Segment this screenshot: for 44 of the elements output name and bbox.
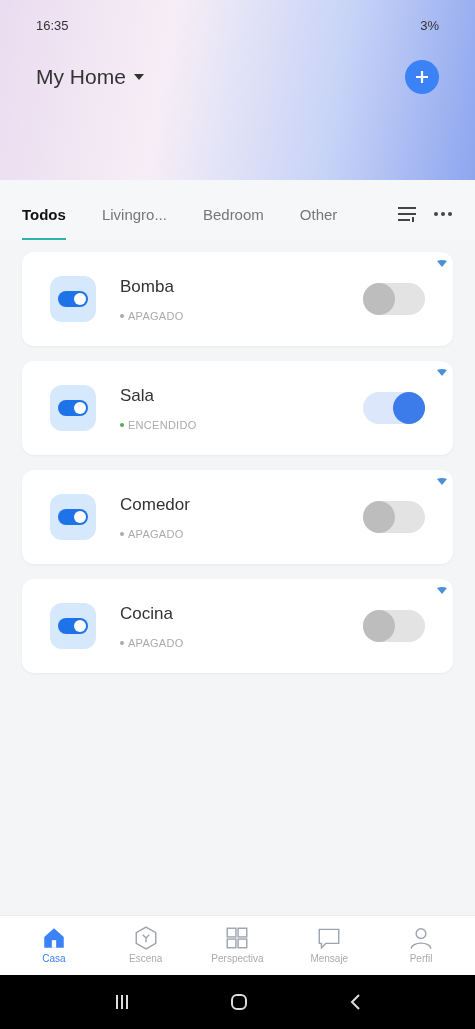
device-card[interactable]: Sala ENCENDIDO <box>22 361 453 455</box>
room-tab[interactable]: Livingro... <box>101 199 167 241</box>
device-status: APAGADO <box>128 635 184 651</box>
back-icon[interactable] <box>348 993 361 1011</box>
switch-device-icon <box>50 603 96 649</box>
device-name: Sala <box>120 385 156 407</box>
switch-device-icon <box>50 494 96 540</box>
wifi-icon <box>437 587 447 594</box>
room-tab[interactable]: Other <box>299 199 338 241</box>
sort-list-icon[interactable] <box>397 205 417 223</box>
switch-device-icon <box>50 385 96 431</box>
device-status: ENCENDIDO <box>128 417 197 433</box>
recent-apps-icon[interactable] <box>114 994 129 1010</box>
home-icon[interactable] <box>229 993 248 1011</box>
plus-icon <box>414 68 430 85</box>
device-card[interactable]: Cocina APAGADO <box>22 579 453 673</box>
device-name: Cocina <box>120 603 174 625</box>
battery-level: 3% <box>420 17 439 35</box>
wifi-icon <box>437 478 447 485</box>
caret-icon <box>133 73 144 80</box>
wifi-icon <box>437 260 447 267</box>
device-card[interactable]: Bomba APAGADO <box>22 252 453 346</box>
add-button[interactable] <box>405 59 439 94</box>
nav-tab[interactable]: Perspectiva <box>197 925 278 966</box>
more-icon[interactable] <box>433 211 453 217</box>
wifi-icon <box>437 369 447 376</box>
power-toggle[interactable] <box>363 283 425 315</box>
room-tab[interactable]: Bedroom <box>202 199 264 241</box>
power-toggle[interactable] <box>363 501 425 533</box>
device-name: Comedor <box>120 494 190 516</box>
power-toggle[interactable] <box>363 610 425 642</box>
device-status: APAGADO <box>128 526 184 542</box>
nav-tab[interactable]: Mensaje <box>289 925 370 966</box>
home-selector[interactable]: My Home <box>36 60 144 93</box>
nav-tab[interactable]: Casa <box>13 925 94 966</box>
nav-tab[interactable]: Perfil <box>381 925 462 966</box>
status-time: 16:35 <box>36 17 69 35</box>
power-toggle[interactable] <box>363 392 425 424</box>
device-status: APAGADO <box>128 308 184 324</box>
switch-device-icon <box>50 276 96 322</box>
device-card[interactable]: Comedor APAGADO <box>22 470 453 564</box>
room-tab[interactable]: Todos <box>22 199 66 241</box>
nav-tab[interactable]: Escena <box>105 925 186 966</box>
device-name: Bomba <box>120 276 175 298</box>
